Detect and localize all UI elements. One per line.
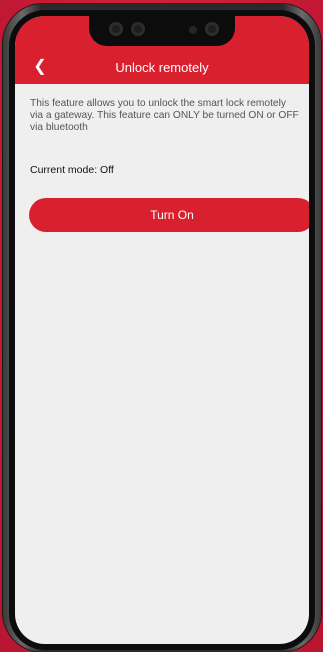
phone-bezel: ❮ Unlock remotely This feature allows yo… <box>9 10 315 650</box>
turn-on-button[interactable]: Turn On <box>29 198 309 232</box>
speaker-dot-icon <box>189 26 197 34</box>
back-button[interactable]: ❮ <box>29 56 51 78</box>
phone-frame: ❮ Unlock remotely This feature allows yo… <box>3 4 321 652</box>
front-camera-icon <box>205 22 219 36</box>
page-title: Unlock remotely <box>115 60 209 75</box>
sensor-icon <box>131 22 145 36</box>
phone-notch <box>89 16 235 46</box>
app-screen: ❮ Unlock remotely This feature allows yo… <box>15 16 309 644</box>
app-header: ❮ Unlock remotely <box>15 16 309 84</box>
feature-description: This feature allows you to unlock the sm… <box>30 98 299 133</box>
current-mode-label: Current mode: Off <box>30 164 114 176</box>
camera-icon <box>109 22 123 36</box>
chevron-left-icon: ❮ <box>33 58 47 75</box>
